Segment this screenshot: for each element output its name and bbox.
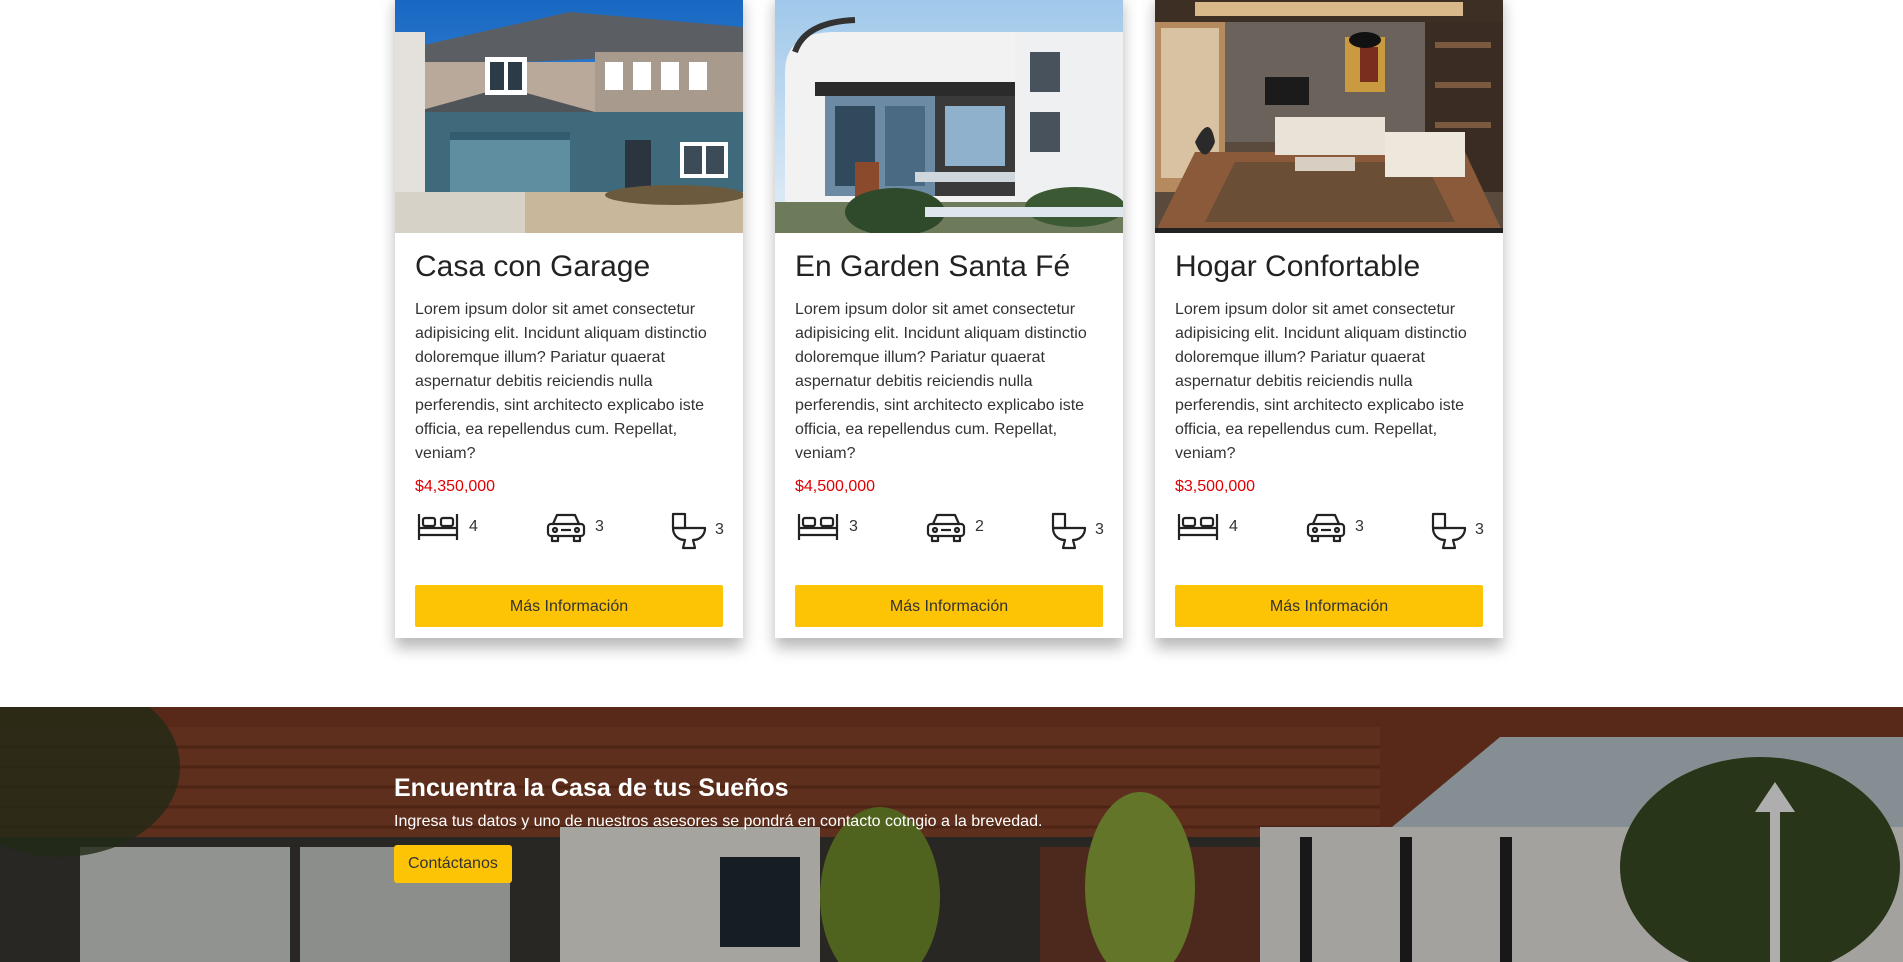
card-price: $4,350,000: [415, 478, 496, 495]
bedrooms-count: 4: [469, 518, 478, 535]
page: Casa con Garage Lorem ipsum dolor sit am…: [0, 0, 1903, 962]
parking-count: 2: [975, 518, 984, 535]
property-cards-section: Casa con Garage Lorem ipsum dolor sit am…: [395, 0, 1503, 640]
amenities: 3 2 3: [795, 510, 1104, 554]
contact-banner: Encuentra la Casa de tus Sueños Ingresa …: [0, 707, 1903, 962]
amenity-parking: 2: [925, 510, 984, 544]
amenity-bathrooms: 3: [1431, 510, 1484, 550]
amenity-bedrooms: 3: [795, 510, 858, 544]
banner-text: Ingresa tus datos y uno de nuestros ases…: [394, 813, 1043, 830]
car-icon: [545, 510, 595, 544]
bathrooms-count: 3: [715, 521, 724, 538]
card-description: Lorem ipsum dolor sit amet consectetur a…: [415, 301, 707, 462]
amenity-bathrooms: 3: [1051, 510, 1104, 550]
bed-icon: [1175, 510, 1229, 544]
property-image-living-room: [1155, 0, 1503, 233]
bed-icon: [795, 510, 849, 544]
card-price: $4,500,000: [795, 478, 876, 495]
card-body: En Garden Santa Fé Lorem ipsum dolor sit…: [795, 233, 1104, 627]
bed-icon: [415, 510, 469, 544]
contact-button[interactable]: Contáctanos: [394, 845, 512, 883]
card-title: En Garden Santa Fé: [795, 250, 1071, 283]
amenity-bedrooms: 4: [1175, 510, 1238, 544]
more-info-button[interactable]: Más Información: [1175, 585, 1483, 627]
amenity-bedrooms: 4: [415, 510, 478, 544]
more-info-button[interactable]: Más Información: [415, 585, 723, 627]
amenity-bathrooms: 3: [671, 510, 724, 550]
toilet-icon: [1431, 510, 1475, 550]
more-info-button[interactable]: Más Información: [795, 585, 1103, 627]
property-card: Hogar Confortable Lorem ipsum dolor sit …: [1155, 0, 1503, 638]
banner-content: Encuentra la Casa de tus Sueños Ingresa …: [394, 774, 1294, 883]
card-description: Lorem ipsum dolor sit amet consectetur a…: [795, 301, 1087, 462]
amenity-parking: 3: [1305, 510, 1364, 544]
amenity-parking: 3: [545, 510, 604, 544]
toilet-icon: [1051, 510, 1095, 550]
property-image-house-garage: [395, 0, 743, 233]
card-description: Lorem ipsum dolor sit amet consectetur a…: [1175, 301, 1467, 462]
parking-count: 3: [1355, 518, 1364, 535]
bathrooms-count: 3: [1475, 521, 1484, 538]
bathrooms-count: 3: [1095, 521, 1104, 538]
card-price: $3,500,000: [1175, 478, 1256, 495]
car-icon: [1305, 510, 1355, 544]
property-card: Casa con Garage Lorem ipsum dolor sit am…: [395, 0, 743, 638]
parking-count: 3: [595, 518, 604, 535]
card-body: Casa con Garage Lorem ipsum dolor sit am…: [415, 233, 724, 627]
toilet-icon: [671, 510, 715, 550]
bedrooms-count: 4: [1229, 518, 1238, 535]
card-title: Hogar Confortable: [1175, 250, 1421, 283]
property-image-modern-building: [775, 0, 1123, 233]
bedrooms-count: 3: [849, 518, 858, 535]
property-card: En Garden Santa Fé Lorem ipsum dolor sit…: [775, 0, 1123, 638]
amenities: 4 3 3: [415, 510, 724, 554]
card-title: Casa con Garage: [415, 250, 651, 283]
car-icon: [925, 510, 975, 544]
card-body: Hogar Confortable Lorem ipsum dolor sit …: [1175, 233, 1484, 627]
banner-title: Encuentra la Casa de tus Sueños: [394, 774, 789, 802]
amenities: 4 3 3: [1175, 510, 1484, 554]
